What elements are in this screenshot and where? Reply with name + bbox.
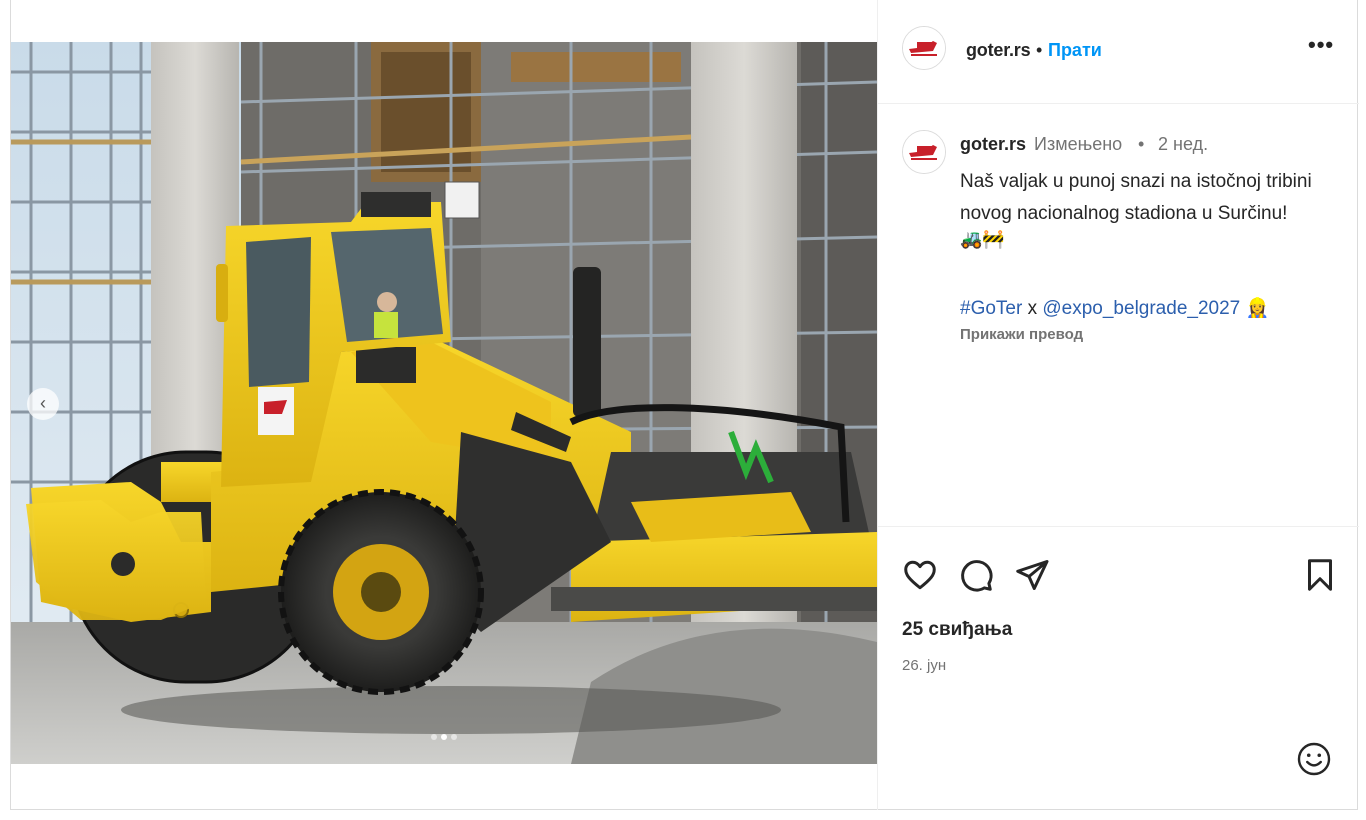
- comment-bubble-icon[interactable]: [958, 557, 994, 593]
- carousel-dot: [451, 734, 457, 740]
- road-roller-photo: [11, 42, 877, 764]
- more-options-button[interactable]: •••: [1308, 32, 1334, 58]
- edited-label: Измењено: [1034, 134, 1123, 154]
- comment-input[interactable]: [902, 737, 1286, 779]
- bookmark-icon[interactable]: [1302, 557, 1338, 593]
- carousel-indicator: [11, 734, 877, 740]
- goter-logo-icon: [903, 27, 945, 69]
- avatar[interactable]: [902, 26, 946, 70]
- post-date: 26. јун: [902, 657, 947, 674]
- tag-joiner: x: [1022, 298, 1043, 319]
- post-account-name[interactable]: goter.rs: [966, 40, 1031, 61]
- carousel-dot-active: [441, 734, 447, 740]
- paper-plane-icon[interactable]: [1014, 557, 1050, 593]
- show-translation-button[interactable]: Прикажи превод: [960, 326, 1083, 343]
- separator-dot: •: [1036, 40, 1043, 60]
- likes-count[interactable]: 25 свиђања: [902, 619, 1012, 641]
- smiley-icon[interactable]: [1296, 741, 1332, 777]
- carousel-prev-button[interactable]: ‹: [27, 388, 59, 420]
- caption-emojis: 🚜🚧: [960, 229, 1005, 249]
- mention-link[interactable]: @expo_belgrade_2027: [1042, 298, 1240, 319]
- follow-button[interactable]: Прати: [1048, 40, 1102, 61]
- caption-tags: #GoTer x @expo_belgrade_2027 👷‍♀️: [960, 296, 1269, 320]
- caption-timestamp[interactable]: 2 нед.: [1158, 134, 1208, 155]
- separator-dot: •: [1138, 134, 1145, 154]
- heart-icon[interactable]: [902, 557, 938, 593]
- instagram-post-card: ‹ goter.rs • Прати ••• goter.rs Измењено…: [10, 0, 1359, 810]
- post-side-panel: goter.rs • Прати ••• goter.rs Измењено •…: [877, 0, 1359, 810]
- goter-logo-icon: [903, 131, 945, 173]
- carousel-dot: [431, 734, 437, 740]
- caption-avatar[interactable]: [902, 130, 946, 174]
- mention-emoji: 👷‍♀️: [1245, 298, 1270, 319]
- post-photo[interactable]: ‹: [11, 42, 877, 764]
- hashtag-link[interactable]: #GoTer: [960, 298, 1022, 319]
- post-actions: 25 свиђања 26. јун: [878, 526, 1359, 811]
- post-header: goter.rs • Прати •••: [878, 0, 1359, 104]
- caption-text: Naš valjak u punoj snazi na istočnoj tri…: [960, 171, 1312, 224]
- chevron-left-icon: ‹: [40, 393, 46, 413]
- caption-account-name[interactable]: goter.rs: [960, 134, 1026, 155]
